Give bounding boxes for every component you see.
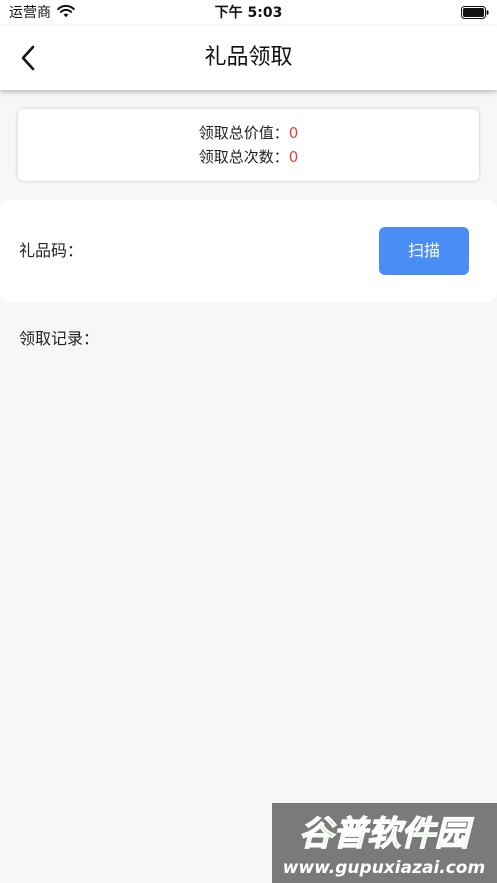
- records-label: 领取记录：: [19, 329, 100, 348]
- gift-code-label: 礼品码：: [19, 241, 84, 260]
- summary-card: 领取总价值：0 领取总次数：0: [18, 109, 479, 181]
- total-count-label: 领取总次数：: [198, 148, 289, 166]
- svg-text:谷普软件园: 谷普软件园: [299, 814, 474, 854]
- watermark: 谷普软件园 www.gupuxiazai.com: [272, 803, 497, 883]
- page-title: 礼品领取: [204, 45, 293, 70]
- nav-bar: 礼品领取: [0, 26, 497, 90]
- battery-icon: [461, 6, 489, 19]
- total-count: 0: [288, 148, 299, 166]
- scan-button[interactable]: 扫描: [379, 227, 469, 275]
- status-time: 下午 5:03: [214, 5, 283, 21]
- total-count-row: 领取总次数：0: [18, 146, 479, 168]
- total-value-row: 领取总价值：0: [18, 122, 479, 144]
- svg-text:www.gupuxiazai.com: www.gupuxiazai.com: [283, 858, 485, 878]
- total-value: 0: [288, 124, 299, 142]
- watermark-logo: 谷普软件园 www.gupuxiazai.com: [283, 813, 485, 878]
- status-bar: 运营商 下午 5:03: [0, 0, 497, 26]
- gift-code-card: 礼品码： 扫描: [0, 200, 497, 302]
- total-value-label: 领取总价值：: [198, 124, 289, 142]
